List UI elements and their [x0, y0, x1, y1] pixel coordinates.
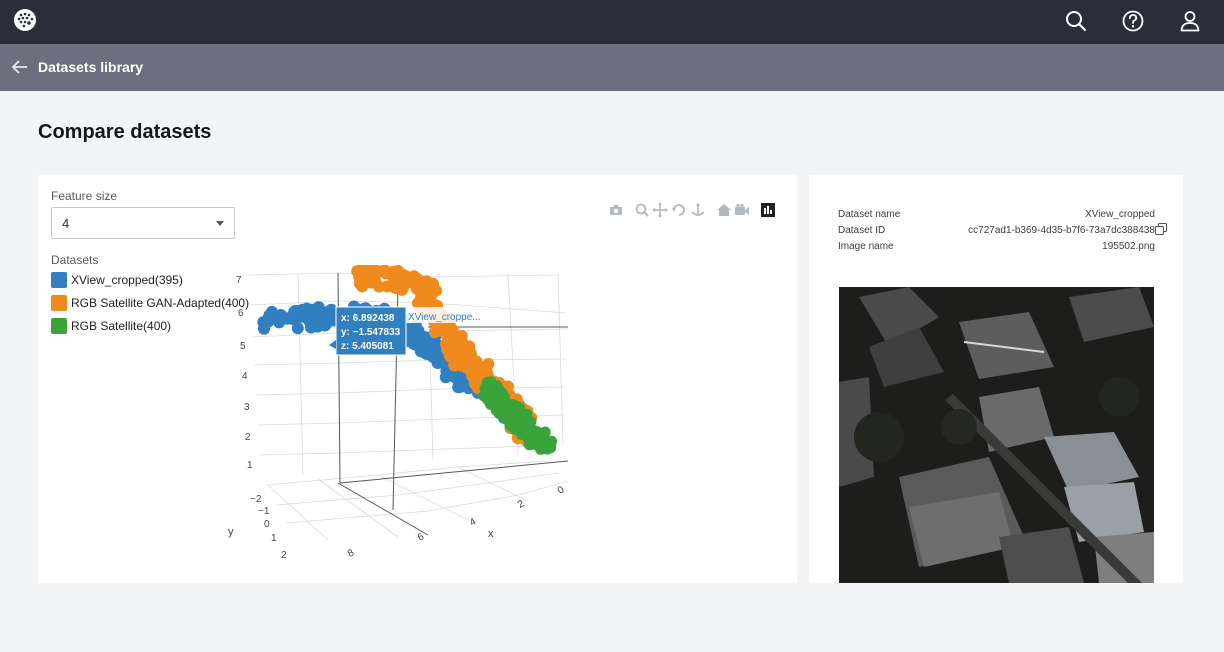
scatter-point [439, 371, 452, 384]
legend-item-xview[interactable]: XView_cropped(395) [51, 271, 191, 289]
plotly-logo-icon[interactable] [760, 202, 776, 218]
help-icon[interactable] [1119, 7, 1147, 35]
z-tick: 1 [247, 460, 253, 471]
top-bar [0, 0, 1224, 44]
home-icon[interactable] [716, 202, 732, 218]
scatter-points [257, 265, 558, 455]
y-tick: 2 [281, 550, 287, 561]
scatter-point [316, 313, 329, 326]
scatter-point [535, 430, 547, 442]
z-tick: 6 [238, 308, 244, 319]
scatter-point [289, 304, 302, 317]
legend-item-rgb-satellite[interactable]: RGB Satellite(400) [51, 317, 181, 335]
zoom-icon[interactable] [634, 202, 650, 218]
pan-icon[interactable] [652, 202, 668, 218]
camera-icon[interactable] [608, 202, 624, 218]
scatter-3d-plot[interactable]: z 7 6 5 4 3 2 1 y −2 −1 0 1 2 x 8 6 4 2 … [228, 265, 588, 565]
scatter-point [456, 372, 469, 385]
chevron-down-icon [216, 221, 224, 226]
scatter-point [497, 393, 509, 405]
x-tick: 8 [346, 547, 357, 560]
legend-label: RGB Satellite GAN-Adapted(400) [71, 296, 250, 310]
tooltip-y: y: −1.547833 [341, 327, 401, 338]
copy-icon[interactable] [1155, 223, 1167, 235]
tooltip-x: x: 6.892438 [341, 313, 395, 324]
y-axis-ticks: −2 −1 0 1 2 [250, 494, 287, 561]
datasets-label: Datasets [51, 253, 99, 267]
image-name-value: 195502.png [1102, 241, 1155, 252]
x-axis-ticks: 8 6 4 2 0 [346, 484, 567, 560]
feature-size-label: Feature size [51, 189, 118, 203]
page-title: Compare datasets [38, 121, 212, 143]
x-tick: 4 [468, 516, 479, 529]
y-tick: 1 [271, 533, 277, 544]
details-panel: Dataset name XView_cropped Dataset ID cc… [809, 175, 1183, 583]
dataset-name-value: XView_cropped [1085, 209, 1155, 220]
tooltip-z: z: 5.405081 [341, 341, 394, 352]
x-tick: 0 [556, 484, 567, 497]
y-tick: −2 [250, 494, 262, 505]
plot-panel: Feature size 4 Datasets XView_cropped(39… [38, 175, 797, 583]
dataset-id-value: cc727ad1-b369-4d35-b7f6-73a7dc388438 [968, 225, 1155, 236]
z-tick: 5 [240, 341, 246, 352]
scatter-point [427, 277, 439, 290]
legend-swatch [51, 295, 67, 311]
z-tick: 4 [242, 371, 248, 382]
legend-swatch [51, 272, 67, 288]
dataset-id-label: Dataset ID [838, 225, 886, 236]
legend-item-gan-adapted[interactable]: RGB Satellite GAN-Adapted(400) [51, 294, 249, 312]
axis-title-y: y [228, 526, 234, 538]
legend-label: XView_cropped(395) [71, 273, 183, 287]
arrow-left-icon[interactable] [10, 57, 30, 77]
feature-size-value: 4 [62, 216, 70, 231]
scatter-point [443, 327, 456, 340]
scatter-point [258, 322, 270, 335]
z-tick: 2 [245, 432, 251, 443]
scatter-point [305, 321, 317, 334]
legend-swatch [51, 318, 67, 334]
y-tick: −1 [258, 506, 270, 517]
scatter-point [523, 435, 535, 447]
scatter-point [518, 415, 530, 427]
z-axis-ticks: 7 6 5 4 3 2 1 [236, 275, 253, 471]
scatter-point [509, 408, 520, 419]
scatter-point [535, 443, 547, 455]
scatter-point [465, 358, 478, 371]
dotted-globe-logo[interactable] [12, 7, 38, 33]
user-icon[interactable] [1176, 7, 1204, 35]
orbit-icon[interactable] [671, 202, 687, 218]
scatter-point [365, 276, 378, 289]
breadcrumb-title[interactable]: Datasets library [38, 59, 143, 75]
dataset-name-label: Dataset name [838, 209, 901, 220]
scatter-point [443, 349, 456, 362]
turntable-icon[interactable] [690, 202, 706, 218]
tooltip-series: XView_croppe... [408, 312, 481, 323]
axis-title-x: x [488, 528, 494, 540]
search-icon[interactable] [1062, 7, 1090, 35]
scatter-point [414, 345, 427, 358]
feature-size-select[interactable]: 4 [51, 207, 235, 239]
scatter-point [416, 330, 429, 343]
scatter-point [484, 397, 496, 408]
video-camera-icon[interactable] [734, 202, 750, 218]
scatter-point [455, 330, 468, 342]
scatter-point [386, 270, 399, 283]
image-name-label: Image name [838, 241, 894, 252]
legend-label: RGB Satellite(400) [71, 319, 172, 333]
z-tick: 7 [236, 275, 242, 286]
scatter-point [397, 276, 410, 289]
satellite-image-preview [839, 287, 1154, 583]
breadcrumb-bar: Datasets library [0, 44, 1224, 91]
y-tick: 0 [264, 519, 270, 530]
z-tick: 3 [244, 402, 250, 413]
x-tick: 2 [516, 498, 527, 511]
scatter-point [273, 316, 286, 329]
